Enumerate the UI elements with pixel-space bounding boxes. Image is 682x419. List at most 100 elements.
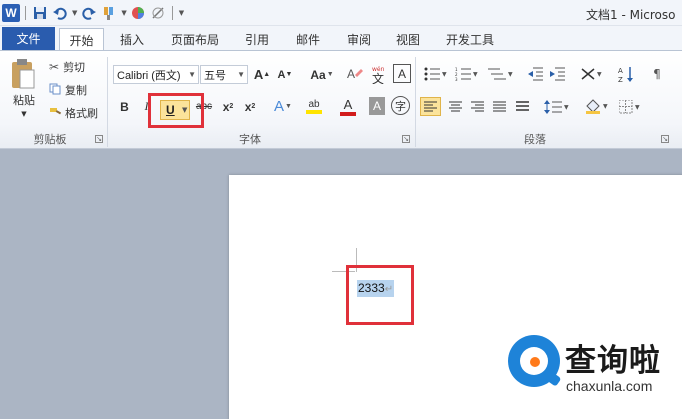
- subscript-label: x: [222, 99, 230, 114]
- cut-row[interactable]: ✂ 剪切: [49, 59, 85, 75]
- paste-dropdown-icon[interactable]: ▼: [19, 109, 29, 119]
- align-left-button[interactable]: [420, 97, 441, 116]
- word-logo-icon[interactable]: W: [2, 4, 20, 22]
- ribbon-tab-row: 文件 开始 插入 页面布局 引用 邮件 审阅 视图 开发工具: [0, 26, 682, 51]
- format-painter-row[interactable]: 格式刷: [49, 105, 98, 121]
- font-group-label: 字体: [239, 133, 261, 146]
- paste-button[interactable]: 粘贴: [9, 92, 39, 108]
- tab-review[interactable]: 审阅: [340, 28, 378, 50]
- svg-text:▼: ▼: [442, 71, 447, 78]
- tab-developer[interactable]: 开发工具: [440, 28, 500, 50]
- watermark-cn: 查询啦: [565, 343, 661, 379]
- undo-icon[interactable]: [51, 5, 68, 22]
- bold-button[interactable]: B: [117, 97, 132, 116]
- svg-text:Z: Z: [618, 76, 623, 83]
- line-spacing-button[interactable]: ▼: [542, 97, 572, 116]
- scissors-icon: ✂: [49, 60, 60, 74]
- svg-text:▼: ▼: [508, 71, 513, 78]
- undo-dropdown-icon[interactable]: ▼: [72, 9, 77, 17]
- svg-text:▼: ▼: [564, 104, 569, 111]
- font-name-value: Calibri (西文): [117, 69, 181, 82]
- copy-row[interactable]: 复制: [49, 82, 87, 98]
- copy-icon: [49, 83, 61, 98]
- font-color-button[interactable]: A: [334, 96, 362, 116]
- shading-button[interactable]: ▼: [582, 96, 612, 116]
- font-size-dropdown-icon[interactable]: ▼: [237, 70, 245, 79]
- svg-text:A: A: [347, 67, 355, 81]
- svg-text:3: 3: [455, 77, 458, 81]
- justify-button[interactable]: [489, 97, 509, 116]
- sort-icon[interactable]: AZ: [617, 64, 635, 84]
- tab-insert[interactable]: 插入: [113, 28, 151, 50]
- svg-text:▼: ▼: [603, 103, 608, 110]
- clipboard-launcher-icon[interactable]: ↘: [95, 135, 103, 143]
- draw-icon[interactable]: [150, 5, 167, 22]
- align-center-button[interactable]: [445, 97, 465, 116]
- brush-icon: [49, 106, 62, 121]
- underline-annotation-box: [148, 93, 204, 128]
- clipboard-group-label: 剪贴板: [33, 133, 67, 146]
- format-painter-label: 格式刷: [65, 107, 98, 120]
- svg-text:▼: ▼: [473, 71, 478, 78]
- text-annotation-box: [346, 265, 414, 325]
- subscript-button[interactable]: x2: [220, 97, 236, 116]
- svg-text:▼: ▼: [635, 104, 640, 111]
- svg-text:▼: ▼: [597, 71, 602, 78]
- font-launcher-icon[interactable]: ↘: [402, 135, 410, 143]
- borders-button[interactable]: ▼: [617, 97, 645, 116]
- increase-indent-icon[interactable]: [549, 65, 567, 83]
- shrink-font-button[interactable]: A ▼: [277, 65, 293, 84]
- change-case-label: Aa: [310, 67, 326, 82]
- clear-format-icon[interactable]: A: [345, 64, 365, 84]
- watermark-url: chaxunla.com: [566, 378, 653, 394]
- qat-separator: [25, 6, 26, 20]
- cut-label: 剪切: [63, 61, 86, 74]
- asian-layout-icon[interactable]: ▼: [578, 65, 606, 83]
- tab-mailings[interactable]: 邮件: [289, 28, 327, 50]
- char-shading-button[interactable]: A: [369, 97, 385, 115]
- numbering-icon[interactable]: 1 2 3 ▼: [453, 65, 481, 83]
- align-right-button[interactable]: [467, 97, 487, 116]
- redo-icon[interactable]: [80, 5, 97, 22]
- change-case-button[interactable]: Aa ▼: [307, 65, 337, 84]
- qat-dropdown-icon[interactable]: ▼: [121, 9, 126, 17]
- bullets-icon[interactable]: ▼: [422, 65, 450, 83]
- superscript-button[interactable]: x2: [242, 97, 258, 116]
- phonetic-guide-icon[interactable]: wén 文: [370, 63, 390, 85]
- grow-font-button[interactable]: A ▲: [254, 65, 270, 84]
- font-name-combo[interactable]: Calibri (西文) ▼: [113, 65, 199, 84]
- tab-view[interactable]: 视图: [389, 28, 427, 50]
- customize-qat-icon[interactable]: ▼: [179, 9, 184, 17]
- group-separator-2: [415, 57, 416, 147]
- tab-page-layout[interactable]: 页面布局: [165, 28, 225, 50]
- paragraph-group-label: 段落: [524, 133, 546, 146]
- svg-text:文: 文: [372, 71, 384, 84]
- highlight-button[interactable]: ab: [300, 96, 328, 116]
- show-marks-icon[interactable]: ¶: [649, 64, 665, 84]
- ribbon-home: 粘贴 ▼ ✂ 剪切 复制 格式刷 剪贴板 ↘ Calibri (西文) ▼ 五号…: [0, 50, 682, 149]
- quick-access-toolbar: W ▼ ▼ ▼: [2, 3, 184, 23]
- tab-references[interactable]: 引用: [238, 28, 276, 50]
- distributed-button[interactable]: [512, 97, 532, 116]
- character-border-icon[interactable]: A: [393, 64, 411, 83]
- format-painter-qat-icon[interactable]: [100, 5, 117, 22]
- chaxunla-logo-dot: [530, 357, 540, 367]
- highlight-color-bar: [306, 109, 322, 114]
- tab-file[interactable]: 文件: [2, 27, 55, 50]
- paragraph-launcher-icon[interactable]: ↘: [661, 135, 669, 143]
- text-effects-button[interactable]: A ▼: [270, 96, 296, 116]
- multilevel-list-icon[interactable]: ▼: [486, 65, 516, 83]
- group-separator: [107, 57, 108, 147]
- grow-font-icon: A: [253, 67, 264, 82]
- paste-icon[interactable]: [8, 56, 38, 92]
- font-size-combo[interactable]: 五号 ▼: [200, 65, 248, 84]
- save-icon[interactable]: [31, 5, 48, 22]
- tab-home[interactable]: 开始: [59, 28, 104, 51]
- font-name-dropdown-icon[interactable]: ▼: [188, 70, 196, 79]
- enclose-char-button[interactable]: 字: [391, 96, 410, 115]
- text-effects-icon: A: [274, 97, 285, 115]
- decrease-indent-icon[interactable]: [527, 65, 545, 83]
- shrink-font-icon: A: [277, 68, 286, 81]
- font-color-bar: [340, 111, 356, 116]
- color-wheel-icon[interactable]: [130, 5, 147, 22]
